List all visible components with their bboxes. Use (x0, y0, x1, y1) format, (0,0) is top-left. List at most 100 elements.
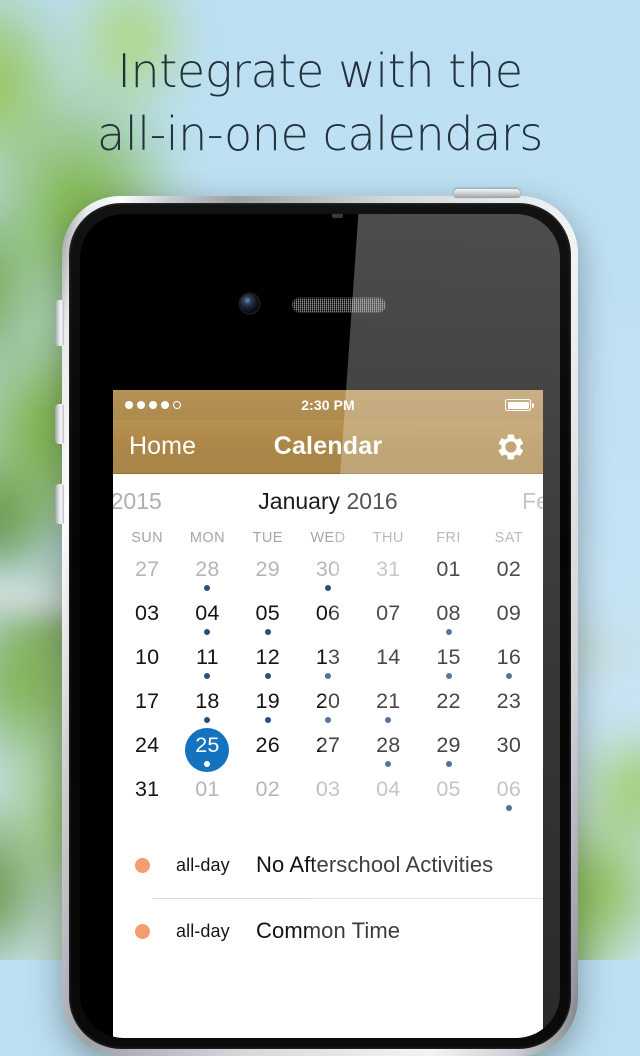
month-next-label[interactable]: Februa (522, 488, 543, 515)
weekday-label-sat: SAT (494, 530, 523, 546)
day-event-indicator-dot (324, 717, 331, 723)
calendar-day-number: 28 (376, 733, 401, 757)
calendar-day[interactable]: 06 (298, 598, 358, 642)
calendar-day[interactable]: 04 (177, 598, 237, 642)
calendar-day[interactable]: 08 (418, 598, 478, 642)
calendar-day[interactable]: 28 (177, 554, 237, 598)
day-event-indicator-dot (385, 761, 392, 767)
event-time-label: all-day (176, 920, 230, 941)
volume-up-button[interactable] (55, 404, 64, 444)
calendar-grid[interactable]: 27 28 29 30 31 01 02 03 04 05 06 07 08 09 10 11 12 13 14 15… (113, 554, 543, 818)
day-event-indicator-dot (264, 673, 271, 679)
calendar-day[interactable]: 07 (358, 598, 418, 642)
mute-switch[interactable] (55, 300, 64, 346)
event-list-item[interactable]: all-day Common Time (113, 898, 543, 964)
calendar-day[interactable]: 30 (298, 554, 358, 598)
calendar-day[interactable]: 02 (479, 554, 539, 598)
calendar-day[interactable]: 09 (479, 598, 539, 642)
calendar-day[interactable]: 06 (479, 774, 539, 818)
calendar-day[interactable]: 28 (358, 730, 418, 774)
calendar-day[interactable]: 03 (298, 774, 358, 818)
calendar-day-number: 16 (496, 645, 521, 669)
event-color-dot (135, 857, 150, 873)
calendar-day[interactable]: 11 (177, 642, 237, 686)
event-title: No Afterschool Activities (256, 852, 494, 877)
calendar-day-number: 02 (496, 557, 521, 581)
calendar-day[interactable]: 01 (418, 554, 478, 598)
calendar-day[interactable]: 27 (298, 730, 358, 774)
microphone-icon (332, 214, 343, 218)
calendar-day[interactable]: 04 (358, 774, 418, 818)
calendar-day-number: 04 (195, 601, 220, 625)
weekday-label-thu: THU (372, 530, 404, 546)
calendar-day-number: 07 (376, 601, 401, 625)
calendar-day[interactable]: 13 (298, 642, 358, 686)
month-carousel[interactable]: ber 2015 January 2016 Februa (113, 474, 543, 528)
app-screen: 2:30 PM Home Calendar 2015 January 2016 … (113, 390, 543, 1038)
day-event-indicator-dot (505, 805, 512, 811)
calendar-day[interactable]: 29 (418, 730, 478, 774)
calendar-day-number: 11 (196, 645, 219, 669)
calendar-day[interactable]: 05 (238, 598, 298, 642)
calendar-day[interactable]: 29 (238, 554, 298, 598)
calendar-day[interactable]: 30 (479, 730, 539, 774)
calendar-day[interactable]: 21 (358, 686, 418, 730)
calendar-day-selected[interactable]: 25 (177, 728, 237, 774)
weekday-label-wed: WED (310, 530, 346, 546)
calendar-day-number: 14 (376, 645, 401, 669)
calendar-day-number: 29 (255, 557, 280, 581)
battery-fill (507, 401, 529, 409)
calendar-day-number: 30 (315, 557, 341, 581)
calendar-day-number: 20 (315, 689, 341, 713)
calendar-day[interactable]: 31 (117, 774, 177, 818)
calendar-day[interactable]: 12 (238, 642, 298, 686)
calendar-day[interactable]: 02 (238, 774, 298, 818)
day-event-indicator-dot (204, 629, 211, 635)
calendar-day[interactable]: 01 (177, 774, 237, 818)
calendar-day[interactable]: 15 (418, 642, 478, 686)
calendar-day[interactable]: 18 (177, 686, 237, 730)
calendar-day-number: 21 (376, 689, 401, 713)
calendar-day-number: 05 (255, 601, 280, 625)
calendar-day[interactable]: 05 (418, 774, 478, 818)
day-event-indicator-dot (264, 629, 271, 635)
calendar-day-number: 31 (134, 777, 160, 801)
calendar-day[interactable]: 24 (117, 730, 177, 774)
day-event-indicator-dot (445, 629, 452, 635)
back-button-home[interactable]: Home (129, 432, 196, 461)
earpiece-speaker-icon (292, 297, 386, 312)
event-time-label: all-day (176, 854, 230, 875)
calendar-day[interactable]: 14 (358, 642, 418, 686)
calendar-day-number: 23 (496, 689, 521, 713)
status-bar-clock: 2:30 PM (301, 397, 355, 413)
power-button[interactable] (454, 189, 520, 198)
calendar-day[interactable]: 10 (117, 642, 177, 686)
calendar-day[interactable]: 23 (479, 686, 539, 730)
weekday-label-mon: MON (189, 530, 225, 546)
calendar-day[interactable]: 19 (238, 686, 298, 730)
calendar-day[interactable]: 03 (117, 598, 177, 642)
event-list-item[interactable]: all-day No Afterschool Activities (113, 832, 543, 898)
volume-down-button[interactable] (55, 484, 64, 524)
calendar-day-number: 08 (436, 601, 461, 625)
calendar-day[interactable]: 26 (238, 730, 298, 774)
calendar-day-number: 27 (134, 557, 160, 581)
calendar-day-number: 01 (195, 777, 220, 801)
calendar-day[interactable]: 31 (358, 554, 418, 598)
day-event-indicator-dot (445, 673, 452, 679)
day-event-indicator-dot (204, 585, 211, 591)
calendar-day-number: 06 (315, 601, 341, 625)
calendar-day[interactable]: 22 (418, 686, 478, 730)
calendar-day[interactable]: 17 (117, 686, 177, 730)
calendar-day-number: 09 (496, 601, 521, 625)
calendar-day[interactable]: 16 (479, 642, 539, 686)
settings-button[interactable] (495, 431, 527, 463)
calendar-day-number: 04 (376, 777, 401, 801)
calendar-day-number: 18 (195, 689, 220, 713)
day-event-indicator-dot (204, 673, 211, 679)
calendar-day[interactable]: 27 (117, 554, 177, 598)
phone-front-glass: 2:30 PM Home Calendar 2015 January 2016 … (80, 214, 560, 1038)
day-event-indicator-dot (324, 673, 331, 679)
calendar-day[interactable]: 20 (298, 686, 358, 730)
calendar-day-number: 02 (255, 777, 280, 801)
